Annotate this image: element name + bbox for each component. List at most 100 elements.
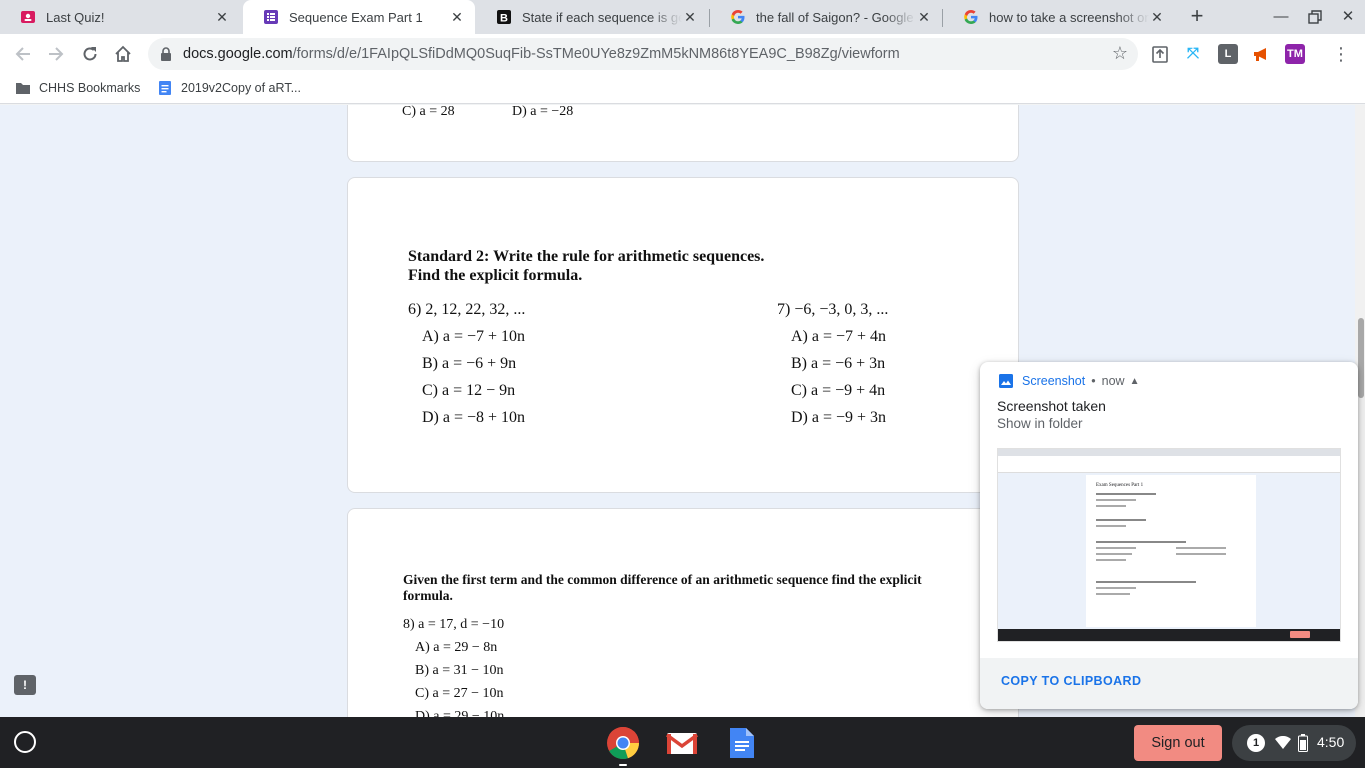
question-image: Standard 2: Write the rule for arithmeti… — [408, 247, 988, 285]
screenshot-thumbnail[interactable]: Exam Sequences Part 1 — [997, 448, 1341, 642]
choice-a: A) a = −7 + 4n — [791, 328, 887, 345]
thumb-line — [1096, 499, 1136, 501]
notification-footer: COPY TO CLIPBOARD — [980, 658, 1358, 709]
lock-icon[interactable] — [160, 47, 172, 66]
classroom-icon — [20, 9, 36, 25]
reload-icon[interactable] — [78, 42, 102, 66]
folder-icon — [16, 83, 30, 94]
choice-b: B) a = 31 − 10n — [415, 663, 504, 678]
google-icon — [963, 9, 979, 25]
thumb-line — [1096, 553, 1132, 555]
extension-arrows-icon[interactable]: ⤧ — [1183, 44, 1203, 64]
choice-b: B) a = −6 + 3n — [791, 355, 886, 372]
chrome-icon[interactable] — [606, 726, 640, 766]
restore-icon[interactable] — [1305, 7, 1325, 27]
thumb-line — [1096, 547, 1136, 549]
launcher-icon[interactable] — [14, 731, 36, 753]
choice-c: C) a = 12 − 9n — [422, 382, 516, 399]
bookmark-2019v2[interactable]: 2019v2Copy of aRT... — [157, 80, 301, 96]
extension-l-icon[interactable]: L — [1218, 44, 1238, 64]
address-bar[interactable]: docs.google.com/forms/d/e/1FAIpQLSfiDdMQ… — [148, 38, 1138, 70]
choice-c: C) a = 27 − 10n — [415, 686, 504, 701]
thumb-line — [1096, 559, 1126, 561]
copy-to-clipboard-button[interactable]: COPY TO CLIPBOARD — [1001, 674, 1141, 688]
brainly-icon: B — [496, 9, 512, 25]
battery-icon — [1298, 734, 1308, 752]
choice-b: B) a = −6 + 9n — [422, 355, 517, 372]
close-icon[interactable]: ✕ — [214, 9, 230, 25]
thumb-line — [1096, 525, 1126, 527]
tab-title: Last Quiz! — [46, 9, 105, 25]
thumb-line — [1096, 519, 1146, 521]
bookmark-chhs[interactable]: CHHS Bookmarks — [15, 80, 140, 96]
thumb-form-page: Exam Sequences Part 1 — [1086, 475, 1256, 627]
chevron-up-icon[interactable]: ▲ — [1130, 376, 1140, 387]
tab-sequence-exam[interactable]: Sequence Exam Part 1 ✕ — [243, 0, 475, 34]
scrollbar-thumb[interactable] — [1358, 318, 1364, 398]
question-image: Given the first term and the common diff… — [403, 572, 963, 604]
extension-megaphone-icon[interactable] — [1251, 44, 1271, 64]
problem-6: 6) 2, 12, 22, 32, ... A) a = −7 + 10n B)… — [408, 296, 525, 431]
question-subheading: Find the explicit formula. — [408, 267, 583, 284]
close-icon[interactable]: ✕ — [682, 9, 698, 25]
feedback-icon[interactable]: ! — [14, 675, 36, 695]
extension-share-icon[interactable] — [1150, 44, 1170, 64]
tab-how-to-screenshot[interactable]: how to take a screenshot on a ✕ — [943, 0, 1175, 34]
screenshot-notification[interactable]: Screenshot • now ▲ Screenshot taken Show… — [980, 362, 1358, 709]
close-window-icon[interactable]: ✕ — [1338, 7, 1358, 27]
tab-state-sequence[interactable]: B State if each sequence is geo ✕ — [476, 0, 708, 34]
google-docs-icon — [159, 81, 171, 95]
tab-fall-of-saigon[interactable]: the fall of Saigon? - Google Se ✕ — [710, 0, 942, 34]
thumb-line — [1096, 587, 1136, 589]
extension-puzzle-icon[interactable]: TM — [1285, 44, 1305, 64]
thumb-tabstrip — [998, 449, 1340, 456]
tab-last-quiz[interactable]: Last Quiz! ✕ — [0, 0, 240, 34]
minimize-icon[interactable]: — — [1271, 7, 1291, 27]
browser-toolbar: docs.google.com/forms/d/e/1FAIpQLSfiDdMQ… — [0, 34, 1365, 74]
question-card-previous: C) a = 28 D) a = −28 — [347, 105, 1019, 162]
close-icon[interactable]: ✕ — [916, 9, 932, 25]
show-in-folder-link[interactable]: Show in folder — [997, 416, 1083, 431]
thumb-bookmarks — [998, 466, 1340, 473]
problem-7: 7) −6, −3, 0, 3, ... A) a = −7 + 4n B) a… — [777, 296, 888, 431]
home-icon[interactable] — [111, 42, 135, 66]
gmail-icon[interactable] — [665, 726, 699, 760]
chromeos-shelf: Sign out 1 4:50 — [0, 717, 1365, 768]
choice-a: A) a = −7 + 10n — [422, 328, 526, 345]
choice-a: A) a = 29 − 8n — [415, 640, 498, 655]
new-tab-button[interactable]: + — [1184, 5, 1210, 29]
problem-8: 8) a = 17, d = −10 A) a = 29 − 8n B) a =… — [403, 613, 504, 717]
close-icon[interactable]: ✕ — [1149, 9, 1165, 25]
back-icon[interactable] — [11, 42, 35, 66]
thumb-line — [1176, 547, 1226, 549]
question-heading: Given the first term and the common diff… — [403, 572, 922, 603]
forward-icon[interactable] — [44, 42, 68, 66]
separator-dot: • — [1091, 374, 1096, 388]
thumb-line — [1176, 553, 1226, 555]
tab-title: State if each sequence is geo — [522, 9, 682, 25]
close-icon[interactable]: ✕ — [449, 9, 465, 25]
problem-stem: 6) 2, 12, 22, 32, ... — [408, 301, 526, 318]
choice-d: D) a = −8 + 10n — [422, 409, 526, 426]
tab-title: how to take a screenshot on a — [989, 9, 1149, 25]
google-icon — [730, 9, 746, 25]
notification-time: now — [1101, 374, 1125, 388]
thumb-line — [1096, 505, 1126, 507]
url-path: /forms/d/e/1FAIpQLSfiDdMQ0SuqFib-SsTMe0U… — [292, 46, 900, 62]
svg-text:B: B — [500, 13, 508, 25]
sign-out-button[interactable]: Sign out — [1134, 725, 1222, 761]
bookmark-star-icon[interactable]: ☆ — [1112, 43, 1128, 64]
notification-count-badge: 1 — [1247, 734, 1265, 752]
thumb-signout — [1290, 631, 1310, 638]
menu-kebab-icon[interactable]: ⋮ — [1329, 42, 1353, 66]
choice-c: C) a = 28 — [402, 105, 455, 119]
bookmark-label: 2019v2Copy of aRT... — [181, 81, 301, 95]
choice-d: D) a = −9 + 3n — [791, 409, 887, 426]
tab-title: the fall of Saigon? - Google Se — [756, 9, 916, 25]
running-indicator — [619, 764, 627, 766]
bookmarks-bar: CHHS Bookmarks 2019v2Copy of aRT... — [0, 74, 1365, 104]
system-tray[interactable]: 1 4:50 — [1232, 725, 1356, 761]
url-host: docs.google.com — [183, 46, 293, 62]
google-docs-icon[interactable] — [724, 726, 758, 760]
question-card-explicit-formula: Given the first term and the common diff… — [347, 508, 1019, 717]
